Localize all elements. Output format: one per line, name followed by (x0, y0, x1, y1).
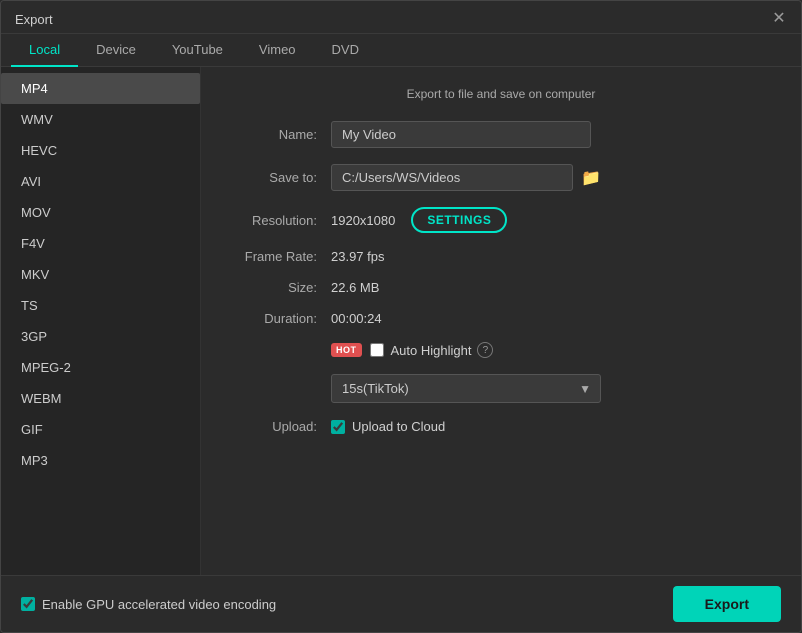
frame-rate-value: 23.97 fps (331, 249, 385, 264)
settings-button[interactable]: SETTINGS (411, 207, 507, 233)
sidebar-item-gif[interactable]: GIF (1, 414, 200, 445)
export-window: Export ✕ Local Device YouTube Vimeo DVD … (0, 0, 802, 633)
save-to-wrapper: 📁 (331, 164, 601, 191)
sidebar-item-mp4[interactable]: MP4 (1, 73, 200, 104)
sidebar-item-webm[interactable]: WEBM (1, 383, 200, 414)
frame-rate-row: Frame Rate: 23.97 fps (231, 249, 771, 264)
duration-row: Duration: 00:00:24 (231, 311, 771, 326)
close-button[interactable]: ✕ (771, 11, 787, 27)
main-panel: Export to file and save on computer Name… (201, 67, 801, 575)
sidebar-item-3gp[interactable]: 3GP (1, 321, 200, 352)
save-to-label: Save to: (231, 170, 331, 185)
resolution-value-wrapper: 1920x1080 SETTINGS (331, 207, 507, 233)
size-row: Size: 22.6 MB (231, 280, 771, 295)
sidebar-item-mpeg2[interactable]: MPEG-2 (1, 352, 200, 383)
bottom-bar: Enable GPU accelerated video encoding Ex… (1, 575, 801, 632)
title-bar-left: Export (15, 12, 53, 27)
sidebar-item-mp3[interactable]: MP3 (1, 445, 200, 476)
window-title: Export (15, 12, 53, 27)
sidebar-item-f4v[interactable]: F4V (1, 228, 200, 259)
export-button[interactable]: Export (673, 586, 781, 622)
auto-highlight-label[interactable]: Auto Highlight (370, 343, 472, 358)
upload-label: Upload: (231, 419, 331, 434)
help-icon[interactable]: ? (477, 342, 493, 358)
sidebar-item-ts[interactable]: TS (1, 290, 200, 321)
hot-badge: HOT (331, 343, 362, 357)
sidebar-item-mkv[interactable]: MKV (1, 259, 200, 290)
auto-highlight-checkbox[interactable] (370, 343, 384, 357)
upload-cloud-text: Upload to Cloud (352, 419, 445, 434)
tab-vimeo[interactable]: Vimeo (241, 34, 314, 67)
title-bar: Export ✕ (1, 1, 801, 34)
upload-row: Upload: Upload to Cloud (231, 419, 771, 434)
sidebar-item-mov[interactable]: MOV (1, 197, 200, 228)
sidebar-item-wmv[interactable]: WMV (1, 104, 200, 135)
tab-local[interactable]: Local (11, 34, 78, 67)
tab-youtube[interactable]: YouTube (154, 34, 241, 67)
tiktok-dropdown-wrapper: 15s(TikTok) 30s 60s ▼ (331, 374, 601, 403)
sidebar-item-hevc[interactable]: HEVC (1, 135, 200, 166)
format-sidebar: MP4 WMV HEVC AVI MOV F4V MKV TS 3GP MPEG… (1, 67, 201, 575)
name-label: Name: (231, 127, 331, 142)
name-input[interactable] (331, 121, 591, 148)
gpu-label-text: Enable GPU accelerated video encoding (42, 597, 276, 612)
tab-dvd[interactable]: DVD (314, 34, 377, 67)
highlight-row: HOT Auto Highlight ? (331, 342, 493, 358)
sidebar-item-avi[interactable]: AVI (1, 166, 200, 197)
upload-cloud-checkbox[interactable] (331, 420, 345, 434)
folder-icon[interactable]: 📁 (581, 168, 601, 188)
name-row: Name: (231, 121, 771, 148)
auto-highlight-text: Auto Highlight (391, 343, 472, 358)
content-area: MP4 WMV HEVC AVI MOV F4V MKV TS 3GP MPEG… (1, 67, 801, 575)
upload-cloud-label[interactable]: Upload to Cloud (331, 419, 445, 434)
resolution-label: Resolution: (231, 213, 331, 228)
gpu-checkbox[interactable] (21, 597, 35, 611)
gpu-label[interactable]: Enable GPU accelerated video encoding (21, 597, 276, 612)
duration-value: 00:00:24 (331, 311, 382, 326)
size-value: 22.6 MB (331, 280, 379, 295)
resolution-row: Resolution: 1920x1080 SETTINGS (231, 207, 771, 233)
resolution-value: 1920x1080 (331, 213, 395, 228)
auto-highlight-row: HOT Auto Highlight ? (231, 342, 771, 358)
tiktok-dropdown[interactable]: 15s(TikTok) 30s 60s (331, 374, 601, 403)
save-to-row: Save to: 📁 (231, 164, 771, 191)
save-to-input[interactable] (331, 164, 573, 191)
size-label: Size: (231, 280, 331, 295)
export-subtitle: Export to file and save on computer (231, 87, 771, 101)
tab-device[interactable]: Device (78, 34, 154, 67)
tab-bar: Local Device YouTube Vimeo DVD (1, 34, 801, 67)
tiktok-row: 15s(TikTok) 30s 60s ▼ (231, 374, 771, 403)
duration-label: Duration: (231, 311, 331, 326)
frame-rate-label: Frame Rate: (231, 249, 331, 264)
